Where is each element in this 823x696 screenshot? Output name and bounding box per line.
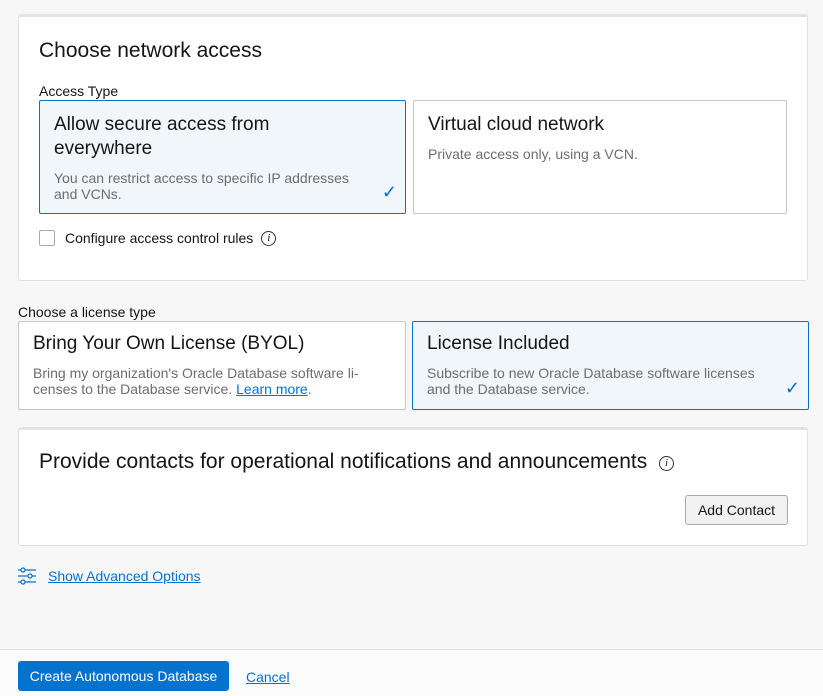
acl-checkbox[interactable] [39, 230, 55, 246]
info-icon[interactable]: i [659, 456, 675, 471]
network-access-panel: Choose network access Access Type Allow … [18, 14, 808, 281]
check-icon: ✓ [381, 182, 397, 202]
create-autonomous-database-button[interactable]: Create Autonomous Database [18, 661, 229, 691]
option-license-included[interactable]: License Included Subscribe to new Oracle… [412, 321, 809, 410]
option-desc: Bring my organization's Oracle Database … [33, 365, 359, 397]
access-type-label: Access Type [39, 83, 119, 99]
cancel-link[interactable]: Cancel [246, 669, 290, 685]
option-secure-access-everywhere[interactable]: Allow secure access from everywhere You … [39, 100, 406, 214]
show-advanced-options-link[interactable]: Show Advanced Options [48, 568, 201, 584]
network-access-title: Choose network access [39, 39, 262, 62]
add-contact-button[interactable]: Add Contact [685, 495, 788, 525]
option-title: Bring Your Own License (BYOL) [33, 333, 305, 354]
learn-more-link[interactable]: Learn more [236, 381, 308, 397]
option-title: Virtual cloud network [428, 114, 605, 135]
contacts-title-text: Provide contacts for operational notific… [39, 450, 648, 473]
info-icon[interactable]: i [261, 230, 277, 246]
license-type-label: Choose a license type [18, 304, 156, 320]
option-byol[interactable]: Bring Your Own License (BYOL) Bring my o… [18, 321, 406, 410]
advanced-options-row[interactable]: Show Advanced Options [18, 567, 201, 585]
acl-label: Configure access control rules [65, 230, 254, 246]
contacts-panel: Provide contacts for operational notific… [18, 427, 808, 546]
contacts-title: Provide contacts for operational notific… [39, 450, 675, 474]
acl-checkbox-row[interactable]: Configure access control rules i [39, 230, 277, 246]
option-title: Allow secure access from everywhere [54, 114, 270, 159]
option-virtual-cloud-network[interactable]: Virtual cloud network Private access onl… [413, 100, 787, 214]
option-desc: Subscribe to new Oracle Database softwar… [427, 365, 755, 397]
footer: Create Autonomous Database Cancel [0, 649, 823, 696]
sliders-icon [18, 567, 36, 585]
option-desc-wrap: Bring my organization's Oracle Database … [33, 365, 359, 397]
check-icon: ✓ [784, 378, 800, 398]
option-desc: You can restrict access to specific IP a… [54, 170, 349, 202]
option-desc: Private access only, using a VCN. [428, 146, 638, 162]
option-title: License Included [427, 333, 570, 354]
